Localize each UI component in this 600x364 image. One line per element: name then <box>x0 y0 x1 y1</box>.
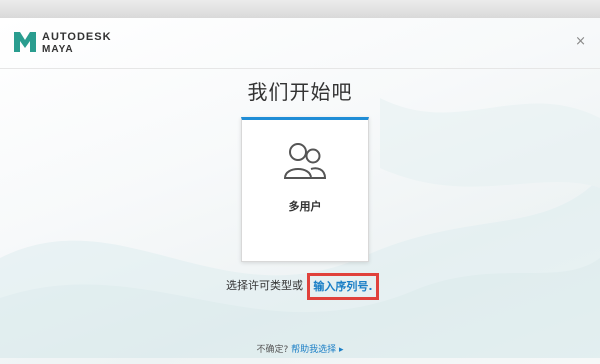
license-type-prompt: 选择许可类型或 <box>226 279 303 292</box>
brand-name-autodesk: AUTODESK <box>42 31 112 43</box>
maya-logo-icon <box>14 32 36 52</box>
close-button[interactable]: × <box>575 34 586 49</box>
app-header: AUTODESK MAYA × <box>0 18 600 69</box>
multi-user-card[interactable]: 多用户 <box>241 117 369 262</box>
page-title: 我们开始吧 <box>247 80 353 104</box>
help-me-choose-link[interactable]: 帮助我选择 ▸ <box>291 345 343 355</box>
users-icon <box>283 143 327 179</box>
footer: 不确定? 帮助我选择 ▸ <box>0 336 600 364</box>
maya-license-window: AUTODESK MAYA × 我们开始吧 多用户 选择许可类型或 输入序列号.… <box>0 18 600 364</box>
not-sure-label: 不确定? <box>256 345 289 355</box>
brand-name-maya: MAYA <box>42 44 74 55</box>
enter-serial-number-link[interactable]: 输入序列号. <box>307 273 379 300</box>
window-titlebar <box>0 0 600 19</box>
card-label: 多用户 <box>288 200 322 213</box>
